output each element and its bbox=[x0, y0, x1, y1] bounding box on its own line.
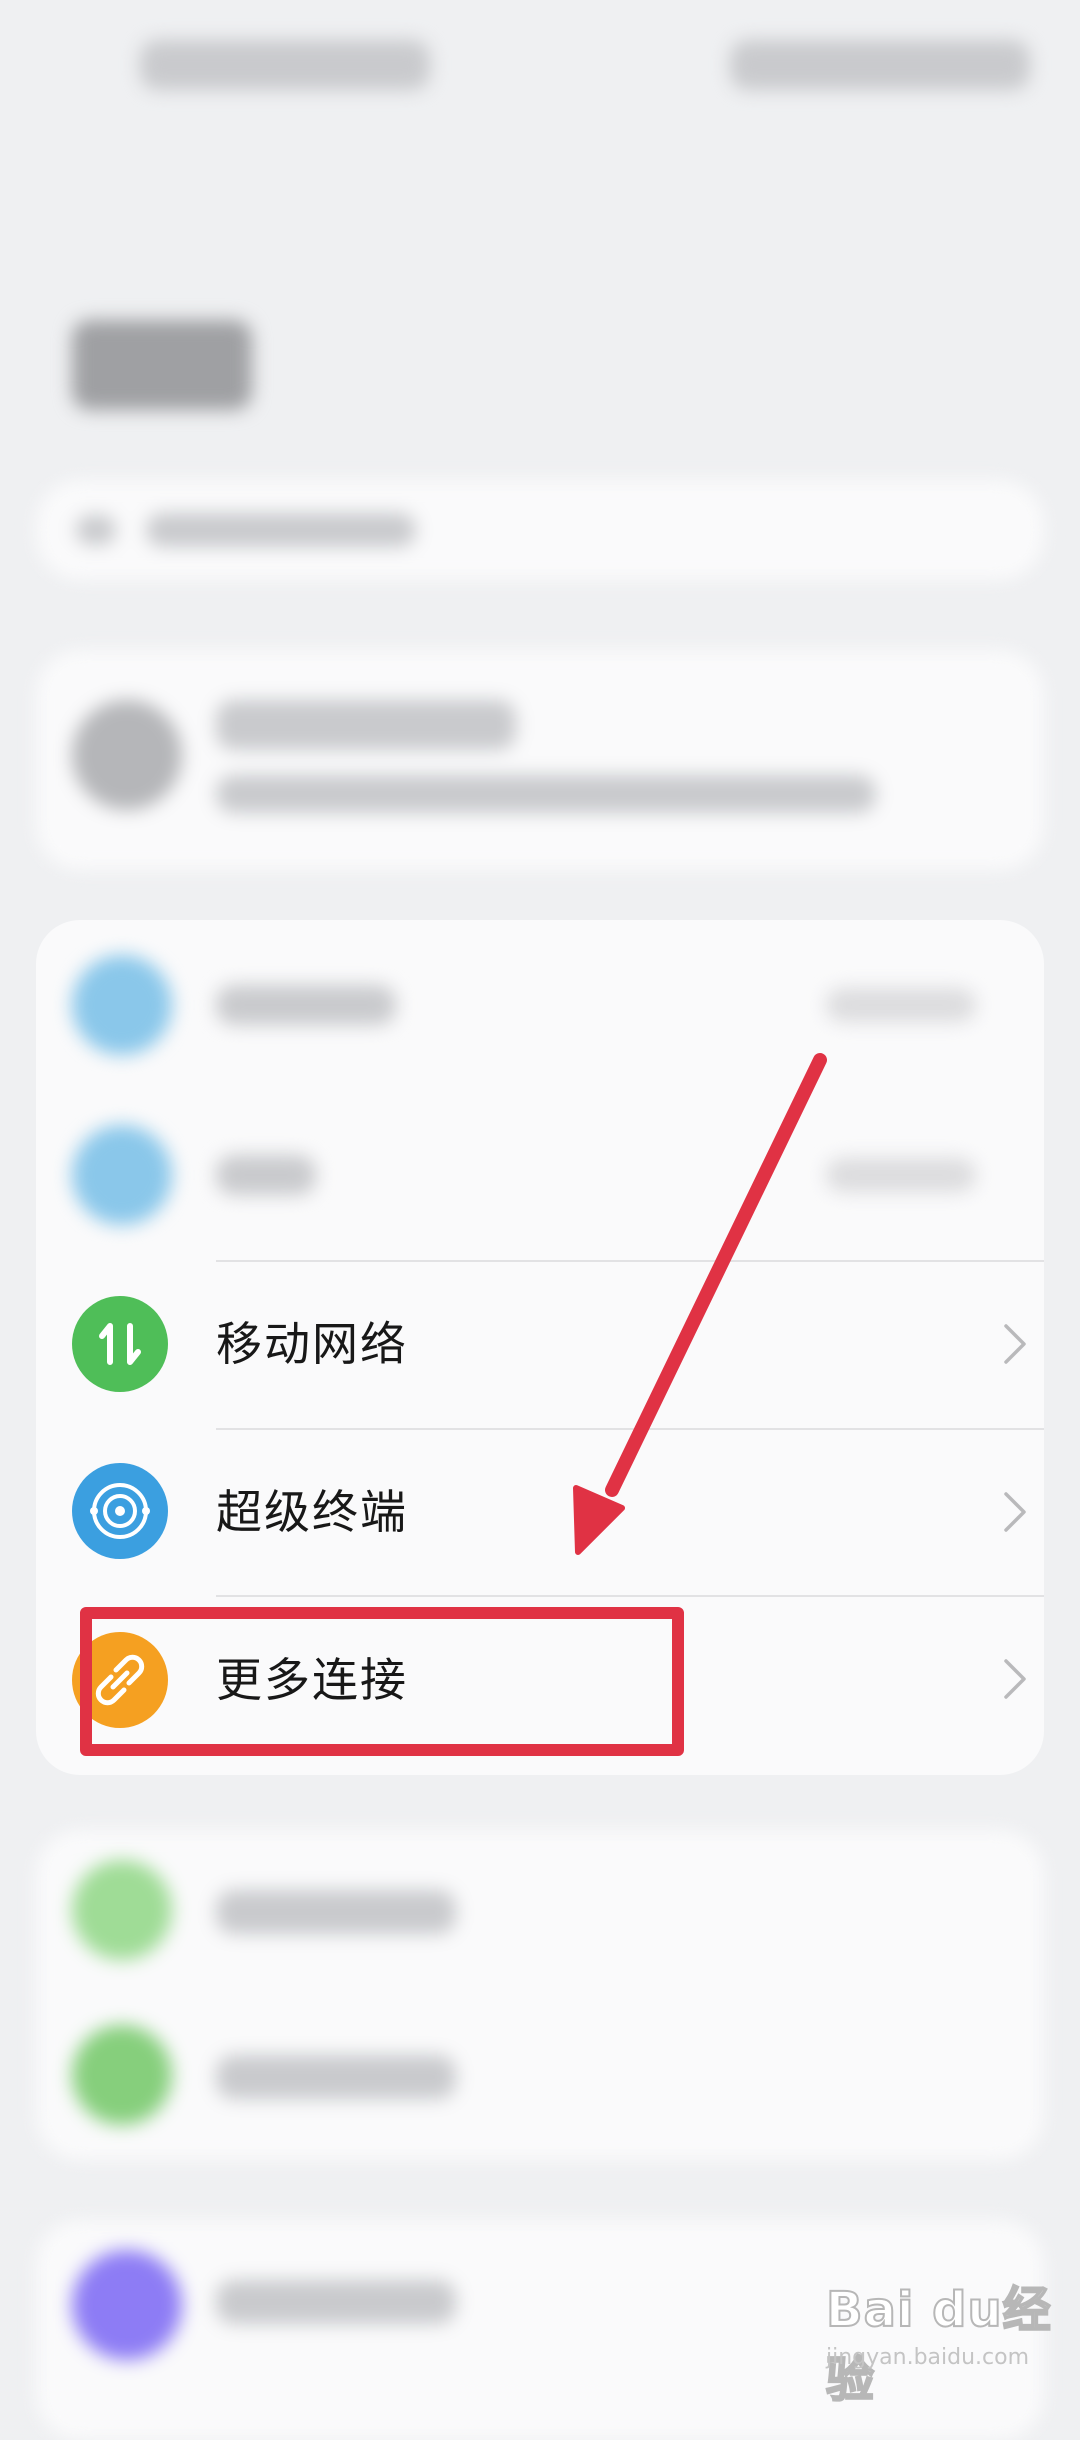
setting-label bbox=[216, 2055, 456, 2099]
display-card bbox=[36, 1830, 1044, 2160]
watermark-logo: Bai du经验 bbox=[825, 2281, 1052, 2409]
setting-icon bbox=[72, 1860, 172, 1960]
setting-icon bbox=[72, 2025, 172, 2125]
setting-label bbox=[216, 2280, 456, 2324]
setting-label bbox=[216, 1890, 456, 1934]
setting-icon bbox=[72, 2250, 182, 2360]
watermark-url: jingyan.baidu.com bbox=[826, 2345, 1030, 2370]
